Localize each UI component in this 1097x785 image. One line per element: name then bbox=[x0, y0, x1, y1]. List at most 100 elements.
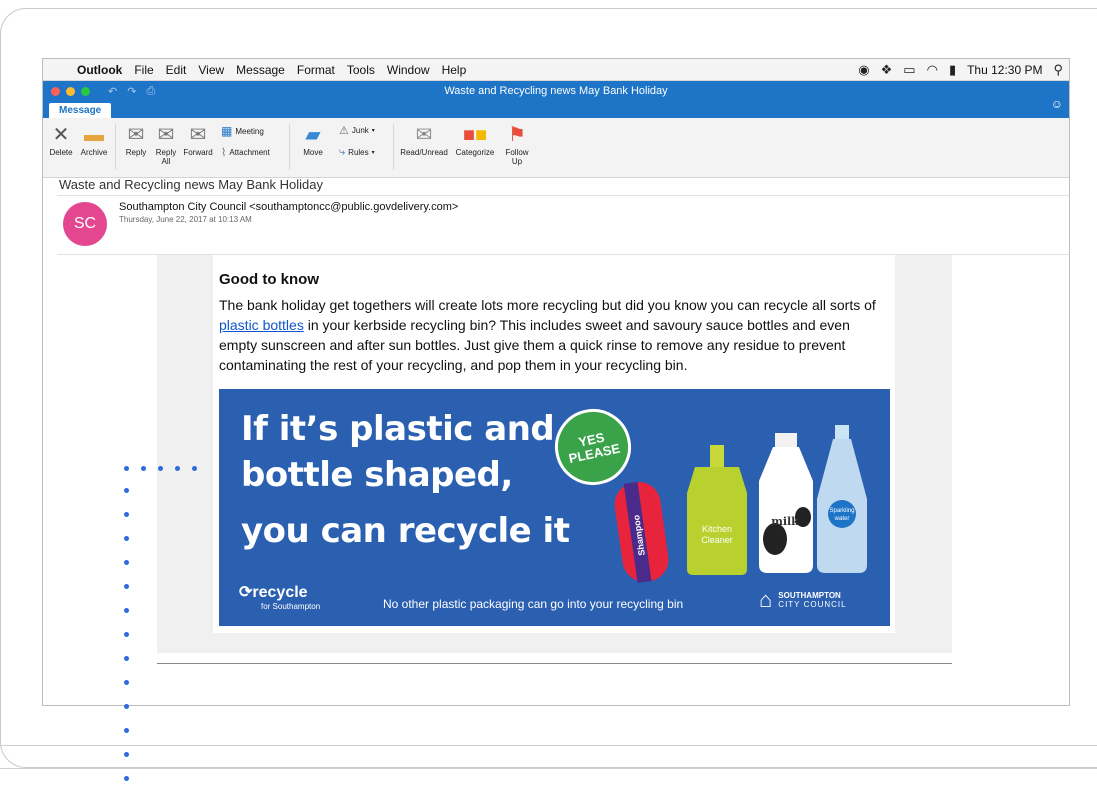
menu-edit[interactable]: Edit bbox=[166, 63, 187, 77]
chevron-down-icon: ▾ bbox=[371, 150, 375, 156]
council-crest-icon: ⌂ bbox=[759, 587, 773, 612]
paperclip-icon: ⌇ bbox=[221, 147, 227, 159]
close-window-button[interactable] bbox=[51, 87, 60, 96]
body-paragraph: The bank holiday get togethers will crea… bbox=[219, 297, 876, 373]
categorize-button[interactable]: ■■ Categorize bbox=[451, 122, 499, 157]
junk-button[interactable]: ⚠ Junk ▾ bbox=[339, 124, 375, 137]
window-titlebar: ↶ ↷ ⎙ Waste and Recycling news May Bank … bbox=[43, 81, 1069, 102]
undo-icon[interactable]: ↶ bbox=[108, 85, 117, 98]
ribbon-separator bbox=[289, 124, 290, 170]
reply-button[interactable]: ✉ Reply bbox=[121, 122, 151, 157]
avatar[interactable]: SC bbox=[63, 202, 107, 246]
categorize-grid-icon: ■■ bbox=[462, 124, 488, 146]
divider-line bbox=[57, 195, 1069, 196]
sparkling-label-1: Sparkling bbox=[829, 508, 854, 514]
menu-tools[interactable]: Tools bbox=[347, 63, 375, 77]
recycle-logo-subtitle: for Southampton bbox=[261, 602, 321, 611]
forward-button[interactable]: ✉ Forward bbox=[181, 122, 215, 157]
menu-app[interactable]: Outlook bbox=[77, 63, 122, 77]
dotted-guide-dot bbox=[124, 466, 129, 471]
dotted-guide-dot bbox=[124, 704, 129, 709]
dotted-guide-dot bbox=[124, 536, 129, 541]
chevron-down-icon: ▾ bbox=[371, 128, 375, 134]
menu-file[interactable]: File bbox=[134, 63, 153, 77]
menu-window[interactable]: Window bbox=[387, 63, 430, 77]
dotted-guide-dot bbox=[124, 488, 129, 493]
forward-icon: ✉ bbox=[189, 124, 207, 146]
reply-icon: ✉ bbox=[127, 124, 145, 146]
attachment-button[interactable]: ⌇ Attachment bbox=[221, 146, 270, 159]
ribbon-separator bbox=[115, 124, 116, 170]
ribbon-toolbar: ✕ Delete ▬ Archive ✉ Reply ✉ Reply All ✉… bbox=[43, 118, 1069, 178]
menu-format[interactable]: Format bbox=[297, 63, 335, 77]
dotted-guide-dot bbox=[124, 776, 129, 781]
menu-view[interactable]: View bbox=[198, 63, 224, 77]
airplay-icon[interactable]: ▭ bbox=[903, 62, 915, 78]
dotted-guide-dot bbox=[175, 466, 180, 471]
recycle-logo: ⟳recycle bbox=[239, 584, 308, 601]
menubar-clock[interactable]: Thu 12:30 PM bbox=[967, 63, 1042, 77]
menu-message[interactable]: Message bbox=[236, 63, 285, 77]
mac-menubar: Outlook File Edit View Message Format To… bbox=[43, 59, 1069, 81]
window-title: Waste and Recycling news May Bank Holida… bbox=[444, 85, 668, 97]
zoom-window-button[interactable] bbox=[81, 87, 90, 96]
envelope-icon: ✉ bbox=[415, 124, 433, 146]
move-button[interactable]: ▰ Move bbox=[297, 122, 329, 157]
feedback-smiley-icon[interactable]: ☺ bbox=[1051, 97, 1063, 111]
dotted-guide-dot bbox=[124, 680, 129, 685]
milk-label: milk bbox=[771, 515, 799, 528]
dotted-guide-dot bbox=[141, 466, 146, 471]
wifi-icon[interactable]: ◠ bbox=[927, 62, 938, 78]
reply-all-button[interactable]: ✉ Reply All bbox=[151, 122, 181, 166]
kitchen-cleaner-label-2: Cleaner bbox=[701, 535, 733, 545]
rules-button[interactable]: ⤷ Rules ▾ bbox=[339, 146, 375, 159]
spotlight-search-icon[interactable]: ⚲ bbox=[1053, 62, 1063, 78]
tab-message[interactable]: Message bbox=[49, 103, 112, 118]
status-circle-icon[interactable]: ◉ bbox=[858, 62, 869, 78]
read-unread-button[interactable]: ✉ Read/Unread bbox=[397, 122, 451, 157]
redo-icon[interactable]: ↷ bbox=[127, 85, 136, 98]
sender-address[interactable]: Southampton City Council <southamptoncc@… bbox=[119, 201, 458, 213]
dotted-guide-dot bbox=[124, 512, 129, 517]
minimize-window-button[interactable] bbox=[66, 87, 75, 96]
kitchen-cleaner-label-1: Kitchen bbox=[702, 524, 732, 534]
email-subject: Waste and Recycling news May Bank Holida… bbox=[59, 177, 323, 192]
menu-help[interactable]: Help bbox=[442, 63, 467, 77]
divider-line bbox=[0, 745, 1097, 746]
dotted-guide-dot bbox=[124, 632, 129, 637]
banner-footer-text: No other plastic packaging can go into y… bbox=[383, 597, 684, 611]
battery-icon[interactable]: ▮ bbox=[949, 62, 956, 78]
divider-line bbox=[0, 768, 1097, 769]
plastic-bottles-link[interactable]: plastic bottles bbox=[219, 317, 304, 333]
dropbox-icon[interactable]: ❖ bbox=[881, 62, 893, 78]
sparkling-label-2: water bbox=[834, 516, 850, 522]
shampoo-bottle: Shampoo bbox=[614, 481, 669, 583]
dotted-guide-dot bbox=[124, 584, 129, 589]
junk-icon: ⚠ bbox=[339, 125, 349, 137]
delete-x-icon: ✕ bbox=[52, 124, 70, 146]
dotted-guide-dot bbox=[124, 728, 129, 733]
delete-button[interactable]: ✕ Delete bbox=[47, 122, 75, 157]
outlook-window: Outlook File Edit View Message Format To… bbox=[42, 58, 1070, 706]
rules-icon: ⤷ bbox=[339, 146, 346, 158]
divider-line bbox=[157, 663, 952, 664]
section-heading: Good to know bbox=[219, 271, 319, 288]
move-folder-icon: ▰ bbox=[305, 124, 321, 146]
milk-bottle: milk bbox=[759, 433, 813, 573]
ribbon-tab-row: Message ☺ bbox=[43, 97, 1069, 118]
email-content-card: Good to know The bank holiday get togeth… bbox=[213, 255, 895, 633]
print-icon[interactable]: ⎙ bbox=[146, 85, 155, 98]
dotted-guide-dot bbox=[158, 466, 163, 471]
sparkling-water-bottle: Sparkling water bbox=[817, 425, 867, 573]
calendar-icon: ▦ bbox=[221, 124, 233, 138]
recycling-banner-image: If it’s plastic and bottle shaped, you c… bbox=[219, 389, 890, 626]
follow-up-button[interactable]: ⚑ Follow Up bbox=[501, 122, 533, 166]
archive-box-icon: ▬ bbox=[84, 124, 104, 146]
archive-button[interactable]: ▬ Archive bbox=[77, 122, 111, 157]
dotted-guide-dot bbox=[124, 560, 129, 565]
kitchen-cleaner-bottle: Kitchen Cleaner bbox=[687, 445, 747, 575]
meeting-button[interactable]: ▦ Meeting bbox=[221, 124, 264, 138]
dotted-guide-dot bbox=[124, 656, 129, 661]
recycle-arrow-icon: ⟳ bbox=[239, 584, 253, 601]
flag-icon: ⚑ bbox=[508, 124, 526, 146]
